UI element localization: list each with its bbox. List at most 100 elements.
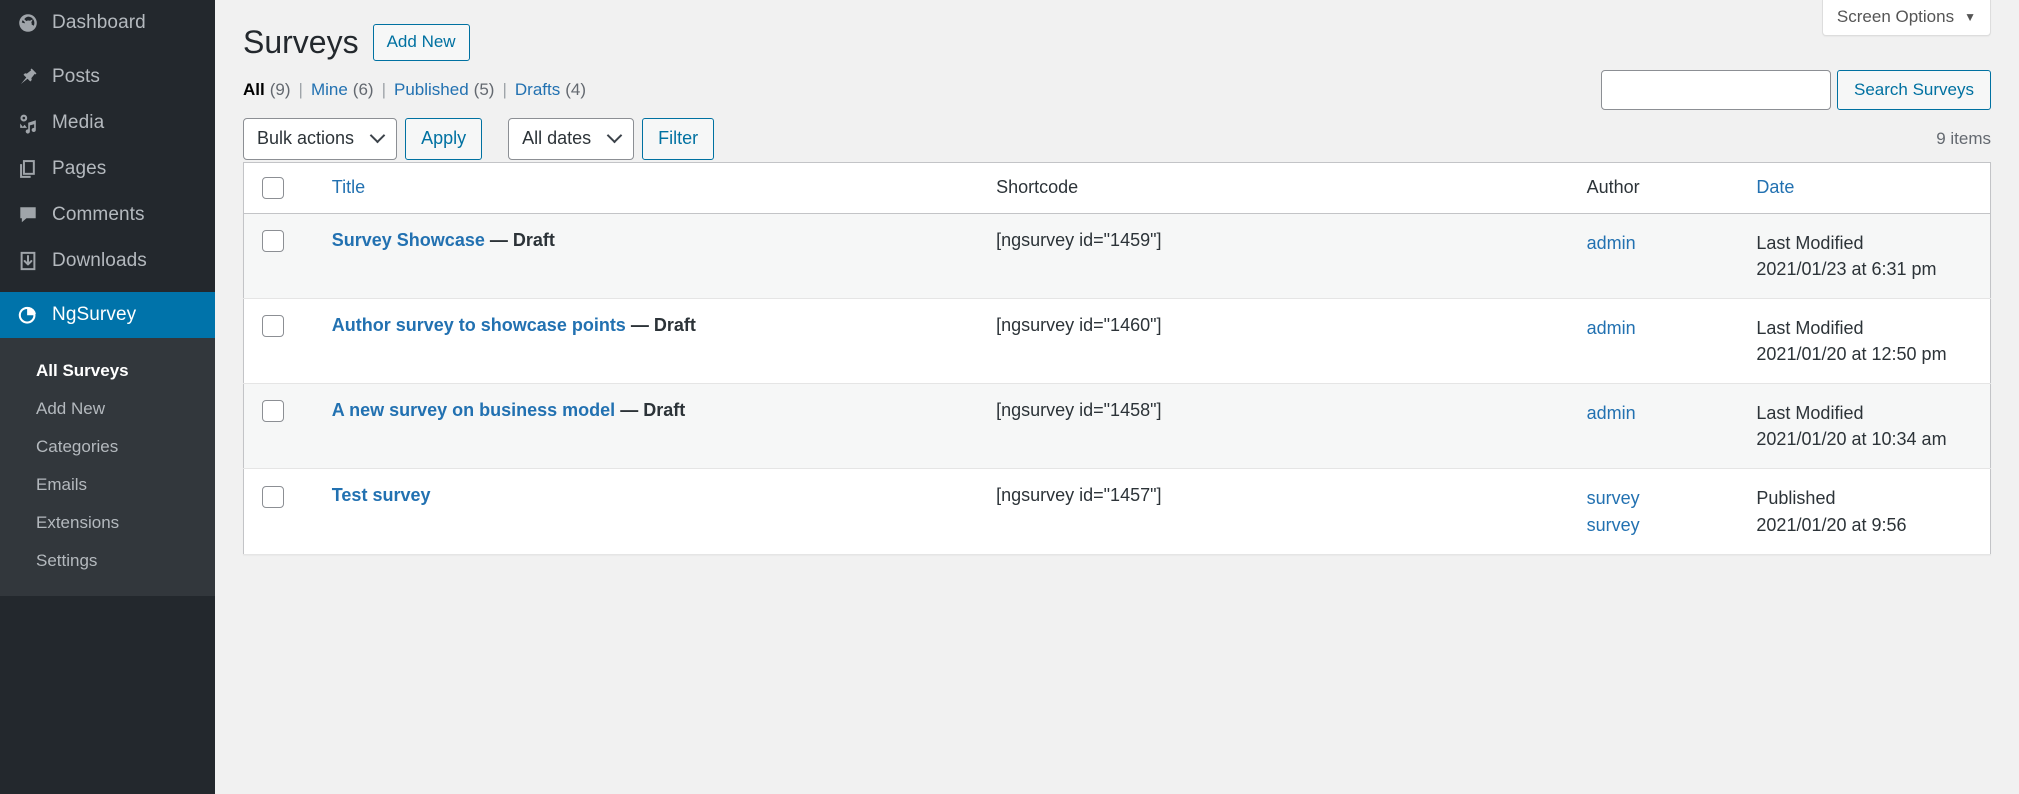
status-link-label[interactable]: Published (394, 80, 469, 100)
submenu-item-extensions[interactable]: Extensions (0, 504, 215, 542)
survey-title-link[interactable]: Author survey to showcase points (332, 315, 626, 335)
column-header-date[interactable]: Date (1744, 162, 1991, 214)
author-link[interactable]: admin (1587, 230, 1733, 256)
table-row: A new survey on business model — Draft [… (243, 383, 1991, 470)
download-icon (8, 250, 48, 272)
date-value: 2021/01/23 at 6:31 pm (1756, 258, 1937, 279)
comments-icon (8, 204, 48, 226)
chevron-down-icon: ▼ (1964, 10, 1976, 24)
row-title-cell: A new survey on business model — Draft (319, 383, 985, 470)
status-link-label[interactable]: Drafts (515, 80, 560, 100)
status-link-label[interactable]: All (243, 80, 265, 100)
row-date-cell: Published 2021/01/20 at 9:56 (1744, 468, 1991, 555)
search-surveys-button[interactable]: Search Surveys (1837, 70, 1991, 110)
survey-title-link[interactable]: Test survey (332, 485, 431, 505)
screen-options-button[interactable]: Screen Options ▼ (1821, 0, 1991, 36)
row-shortcode-cell: [ngsurvey id="1458"] (984, 383, 1575, 470)
table-head: Title Shortcode Author Date (243, 162, 1991, 214)
row-checkbox[interactable] (262, 230, 284, 253)
displaying-num: 9 items (1936, 128, 1991, 148)
status-link-count: (9) (269, 79, 291, 99)
row-checkbox-cell (243, 213, 320, 300)
status-link-label[interactable]: Mine (311, 80, 348, 100)
bulk-actions-label: Bulk actions (257, 128, 355, 149)
survey-title-link[interactable]: Survey Showcase (332, 230, 485, 250)
sidebar-item-downloads[interactable]: Downloads (0, 238, 215, 284)
sidebar-item-label: Media (52, 112, 105, 133)
author-link[interactable]: admin (1587, 315, 1733, 341)
status-link-count: (4) (565, 79, 586, 99)
row-author-cell: admin (1574, 213, 1745, 300)
column-header-shortcode: Shortcode (984, 162, 1575, 214)
row-shortcode-cell: [ngsurvey id="1460"] (984, 298, 1575, 385)
add-new-button[interactable]: Add New (372, 24, 470, 62)
row-checkbox[interactable] (262, 400, 284, 423)
sidebar-item-ngsurvey[interactable]: NgSurvey (0, 292, 223, 338)
pages-icon (8, 158, 48, 180)
table-body: Survey Showcase — Draft [ngsurvey id="14… (243, 213, 1991, 555)
column-header-cb (243, 162, 320, 214)
survey-title-link[interactable]: A new survey on business model (332, 400, 615, 420)
submenu-item-emails[interactable]: Emails (0, 466, 215, 504)
sidebar-item-pages[interactable]: Pages (0, 146, 215, 192)
status-link-count: (5) (473, 79, 495, 99)
row-date-cell: Last Modified 2021/01/20 at 10:34 am (1744, 383, 1991, 470)
sidebar-item-comments[interactable]: Comments (0, 192, 215, 238)
shortcode-text: [ngsurvey id="1458"] (996, 400, 1162, 421)
author-link[interactable]: admin (1587, 400, 1733, 426)
row-checkbox[interactable] (262, 485, 284, 508)
submenu-item-add-new[interactable]: Add New (0, 390, 215, 428)
shortcode-text: [ngsurvey id="1457"] (996, 485, 1162, 506)
chevron-down-icon (369, 127, 386, 144)
search-box: Search Surveys (1601, 70, 1991, 110)
table-row: Survey Showcase — Draft [ngsurvey id="14… (243, 213, 1991, 300)
date-value: 2021/01/20 at 9:56 (1756, 514, 1907, 535)
row-checkbox-cell (243, 298, 320, 385)
select-all-checkbox[interactable] (262, 176, 284, 199)
media-icon (8, 112, 48, 134)
column-header-link[interactable]: Title (332, 177, 365, 197)
bulk-actions-select[interactable]: Bulk actions (243, 117, 398, 160)
status-link-drafts: Drafts (4) (515, 80, 586, 100)
post-state: — Draft (630, 315, 696, 336)
author-link[interactable]: survey (1587, 485, 1733, 511)
sidebar-item-label: NgSurvey (52, 304, 137, 325)
sidebar-item-dashboard[interactable]: Dashboard (0, 0, 215, 46)
status-link-mine: Mine (6) | (311, 80, 394, 100)
date-status: Last Modified (1756, 232, 1864, 253)
table-row: Author survey to showcase points — Draft… (243, 298, 1991, 385)
admin-sidebar-menu: Dashboard Posts Media Pages Comments Download… (0, 0, 223, 794)
row-checkbox[interactable] (262, 315, 284, 338)
post-state: — Draft (489, 229, 555, 250)
column-header-title[interactable]: Title (319, 162, 985, 214)
status-link-separator: | (502, 79, 507, 99)
menu-separator (0, 284, 215, 292)
sidebar-item-posts[interactable]: Posts (0, 54, 215, 100)
table-row: Test survey [ngsurvey id="1457"] survey s… (243, 468, 1991, 555)
column-header-link[interactable]: Date (1756, 177, 1794, 197)
submenu-item-categories[interactable]: Categories (0, 428, 215, 466)
submenu-item-all-surveys[interactable]: All Surveys (0, 352, 215, 390)
row-checkbox-cell (243, 468, 320, 555)
filter-button[interactable]: Filter (642, 117, 715, 160)
row-date-cell: Last Modified 2021/01/23 at 6:31 pm (1744, 213, 1991, 300)
ngsurvey-submenu: All Surveys Add New Categories Emails Extens… (0, 338, 215, 596)
date-filter-select[interactable]: All dates (508, 117, 635, 160)
submenu-item-settings[interactable]: Settings (0, 542, 215, 580)
date-value: 2021/01/20 at 12:50 pm (1756, 344, 1947, 365)
menu-separator (0, 46, 215, 54)
dashboard-icon (8, 12, 48, 34)
surveys-table-wrap: Title Shortcode Author Date Survey Showcase… (243, 161, 1991, 555)
pin-icon (8, 66, 48, 88)
sidebar-item-media[interactable]: Media (0, 100, 215, 146)
table-header-row: Title Shortcode Author Date (243, 162, 1991, 214)
row-title-cell: Survey Showcase — Draft (319, 213, 985, 300)
page-header: Surveys Add New (243, 0, 1991, 64)
sidebar-item-label: Pages (52, 158, 107, 179)
row-title-cell: Test survey (319, 468, 985, 555)
author-link[interactable]: survey (1587, 512, 1733, 538)
apply-button[interactable]: Apply (405, 117, 483, 160)
row-author-cell: admin (1574, 298, 1745, 385)
search-input[interactable] (1601, 70, 1831, 110)
screen-options-label: Screen Options (1836, 7, 1955, 26)
